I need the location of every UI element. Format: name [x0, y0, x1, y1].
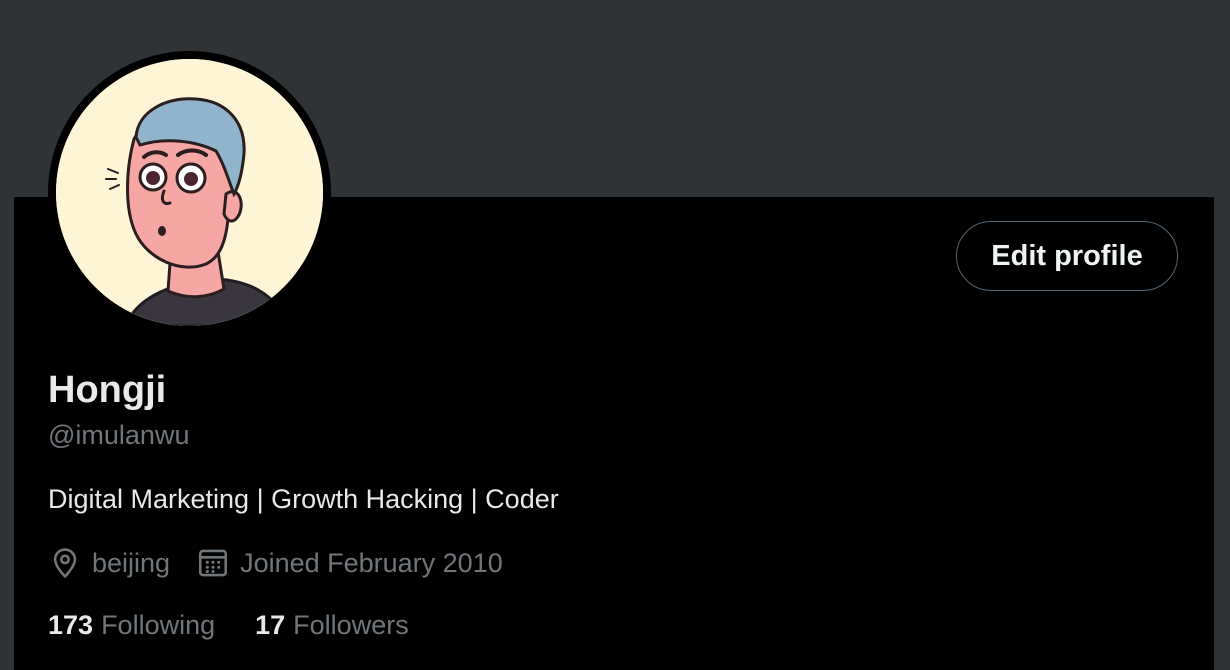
edit-profile-button[interactable]: Edit profile: [956, 221, 1178, 291]
following-count: 173: [48, 609, 94, 640]
avatar-border: [48, 51, 331, 334]
profile-bio: Digital Marketing | Growth Hacking | Cod…: [48, 484, 559, 514]
profile-location: beijing: [48, 546, 170, 580]
profile-stats: 173 Following 17 Followers: [48, 606, 449, 644]
profile-meta: beijing Joined February 2010: [48, 543, 529, 583]
avatar[interactable]: [56, 59, 323, 326]
location-pin-icon: [48, 546, 82, 580]
profile-display-name: Hongji: [48, 369, 167, 411]
following-link[interactable]: 173 Following: [48, 610, 215, 641]
profile-joined: Joined February 2010: [196, 546, 503, 580]
calendar-icon: [196, 546, 230, 580]
profile-location-text: beijing: [92, 547, 171, 578]
followers-link[interactable]: 17 Followers: [255, 610, 409, 641]
profile-page: Edit profile Hongji @imulanwu Digital Ma…: [14, 0, 1214, 670]
cartoon-avatar-illustration: [56, 59, 323, 326]
following-label: Following: [101, 609, 216, 640]
profile-handle: @imulanwu: [48, 420, 190, 450]
followers-count: 17: [255, 609, 286, 640]
followers-label: Followers: [293, 609, 409, 640]
profile-joined-text: Joined February 2010: [240, 547, 503, 578]
